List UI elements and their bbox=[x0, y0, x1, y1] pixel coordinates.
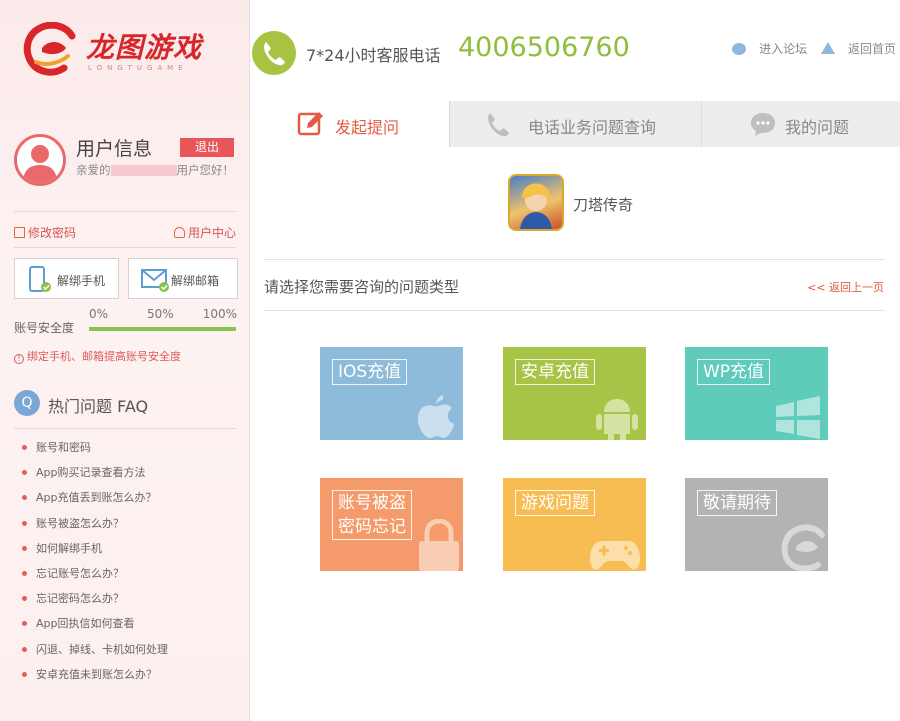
tab-phone-query-label: 电话业务问题查询 bbox=[528, 118, 657, 137]
faq-item[interactable]: 安卓充值未到账怎么办？ bbox=[22, 667, 168, 692]
home-icon bbox=[820, 42, 835, 54]
divider bbox=[264, 259, 885, 260]
faq-item[interactable]: App充值丢到账怎么办？ bbox=[22, 490, 168, 515]
brand-name: 龙图游戏 bbox=[86, 31, 203, 64]
tile-game-issue[interactable]: 游戏问题 bbox=[503, 478, 646, 571]
tile-account-stolen[interactable]: 账号被盗 密码忘记 bbox=[320, 478, 463, 571]
welcome-prefix: 亲爱的 bbox=[76, 163, 111, 177]
tile-coming-soon[interactable]: 敬请期待 bbox=[685, 478, 828, 571]
faq-item[interactable]: 账号和密码 bbox=[22, 440, 168, 465]
phone-handset-icon bbox=[264, 42, 285, 66]
brand-logo[interactable]: 龙图游戏 LONGTUGAME bbox=[22, 22, 232, 78]
logout-button[interactable]: 退出 bbox=[180, 138, 234, 157]
change-password-label: 修改密码 bbox=[28, 226, 77, 240]
faq-icon: Q bbox=[14, 390, 40, 416]
tile-coming-soon-label: 敬请期待 bbox=[697, 490, 777, 516]
faq-item[interactable]: App回执信如何查看 bbox=[22, 616, 168, 641]
security-progress-bar bbox=[89, 327, 236, 331]
tab-my-questions-label: 我的问题 bbox=[785, 118, 850, 137]
security-progress-fill bbox=[89, 327, 236, 331]
lock-icon bbox=[419, 519, 459, 571]
top-links: 进入论坛 返回首页 bbox=[722, 40, 896, 57]
welcome-suffix: 用户您好！ bbox=[176, 163, 235, 177]
tile-ios-recharge[interactable]: IOS充值 bbox=[320, 347, 463, 440]
sidebar: 龙图游戏 LONGTUGAME 用户信息 退出 亲爱的 用户您好！ 修改密码 用户… bbox=[0, 0, 250, 721]
question-type-prompt: 请选择您需要咨询的问题类型 bbox=[264, 278, 460, 296]
faq-list: 账号和密码 App购买记录查看方法 App充值丢到账怎么办？ 账号被盗怎么办？ … bbox=[22, 440, 168, 692]
apple-icon bbox=[417, 395, 454, 438]
user-welcome: 亲爱的 用户您好！ bbox=[76, 162, 236, 178]
change-password-link[interactable]: 修改密码 bbox=[14, 224, 76, 241]
home-label: 返回首页 bbox=[847, 42, 896, 56]
security-tick-0: 0% bbox=[89, 307, 109, 321]
android-icon bbox=[596, 399, 638, 440]
phone-icon bbox=[488, 113, 509, 137]
tile-wp-recharge-label: WP充值 bbox=[697, 359, 771, 385]
warning-icon: ! bbox=[14, 354, 24, 364]
security-tick-100: 100% bbox=[202, 307, 237, 321]
divider bbox=[264, 310, 885, 311]
tab-phone-query[interactable]: 电话业务问题查询 bbox=[449, 101, 701, 147]
divider bbox=[14, 247, 236, 248]
hotline-badge bbox=[252, 31, 296, 75]
hotline-label: 7*24小时客服电话 bbox=[306, 46, 441, 65]
unbind-email-label: 解绑邮箱 bbox=[171, 274, 220, 288]
home-link[interactable]: 返回首页 bbox=[811, 42, 896, 56]
unbind-email-button[interactable]: 解绑邮箱 bbox=[128, 258, 238, 299]
user-center-label: 用户中心 bbox=[187, 226, 236, 240]
windows-icon bbox=[776, 396, 820, 439]
tile-wp-recharge[interactable]: WP充值 bbox=[685, 347, 828, 440]
brand-sub: LONGTUGAME bbox=[88, 64, 188, 72]
tile-game-issue-label: 游戏问题 bbox=[515, 490, 595, 516]
user-center-link[interactable]: 用户中心 bbox=[173, 224, 236, 241]
user-icon bbox=[173, 227, 185, 238]
user-info-title: 用户信息 bbox=[76, 138, 153, 160]
unbind-phone-button[interactable]: 解绑手机 bbox=[14, 258, 119, 299]
forum-link[interactable]: 进入论坛 bbox=[722, 42, 807, 56]
faq-title: 热门问题 FAQ bbox=[48, 397, 149, 416]
tab-ask-question[interactable]: 发起提问 bbox=[251, 101, 449, 147]
edit-icon bbox=[14, 227, 25, 238]
tile-android-recharge[interactable]: 安卓充值 bbox=[503, 347, 646, 440]
user-avatar-icon bbox=[23, 145, 57, 183]
phone-icon bbox=[29, 266, 51, 292]
divider bbox=[14, 211, 236, 212]
security-tip: ! 绑定手机、邮箱提高账号安全度 bbox=[14, 348, 181, 364]
faq-item[interactable]: App购买记录查看方法 bbox=[22, 465, 168, 490]
edit-icon bbox=[297, 112, 323, 136]
chat-bubble-icon bbox=[732, 43, 747, 55]
masked-username bbox=[110, 165, 177, 176]
user-info: 用户信息 退出 亲爱的 用户您好！ bbox=[14, 132, 236, 202]
mail-icon bbox=[141, 269, 169, 292]
tab-ask-question-label: 发起提问 bbox=[335, 118, 400, 137]
security-tick-50: 50% bbox=[147, 307, 174, 321]
faq-item[interactable]: 如何解绑手机 bbox=[22, 541, 168, 566]
faq-item[interactable]: 账号被盗怎么办？ bbox=[22, 516, 168, 541]
faq-item[interactable]: 忘记账号怎么办？ bbox=[22, 566, 168, 591]
faq-item[interactable]: 闪退、掉线、卡机如何处理 bbox=[22, 642, 168, 667]
main-content: 7*24小时客服电话 4006506760 进入论坛 返回首页 发起提问 电话业… bbox=[251, 0, 900, 721]
game-name: 刀塔传奇 bbox=[573, 196, 634, 214]
security-tip-text: 绑定手机、邮箱提高账号安全度 bbox=[27, 350, 181, 363]
unbind-phone-label: 解绑手机 bbox=[57, 274, 106, 288]
tile-account-stolen-label: 账号被盗 密码忘记 bbox=[332, 490, 412, 540]
faq-header: Q 热门问题 FAQ bbox=[14, 390, 236, 420]
chat-bubble-icon bbox=[751, 113, 775, 136]
divider bbox=[14, 428, 236, 429]
forum-label: 进入论坛 bbox=[759, 42, 808, 56]
game-icon[interactable] bbox=[508, 174, 564, 231]
tile-ios-recharge-label: IOS充值 bbox=[332, 359, 408, 385]
hotline-number: 4006506760 bbox=[458, 32, 630, 63]
avatar bbox=[14, 134, 66, 186]
longtu-logo-icon bbox=[781, 524, 825, 571]
game-character-icon bbox=[520, 183, 552, 229]
security-label: 账号安全度 bbox=[14, 321, 75, 335]
gamepad-icon bbox=[590, 541, 640, 570]
tile-android-recharge-label: 安卓充值 bbox=[515, 359, 595, 385]
back-link[interactable]: << 返回上一页 bbox=[807, 279, 884, 295]
tab-bar: 发起提问 电话业务问题查询 我的问题 bbox=[251, 101, 900, 147]
longtu-logo-icon bbox=[23, 22, 76, 76]
tab-my-questions[interactable]: 我的问题 bbox=[701, 101, 900, 147]
faq-item[interactable]: 忘记密码怎么办？ bbox=[22, 591, 168, 616]
